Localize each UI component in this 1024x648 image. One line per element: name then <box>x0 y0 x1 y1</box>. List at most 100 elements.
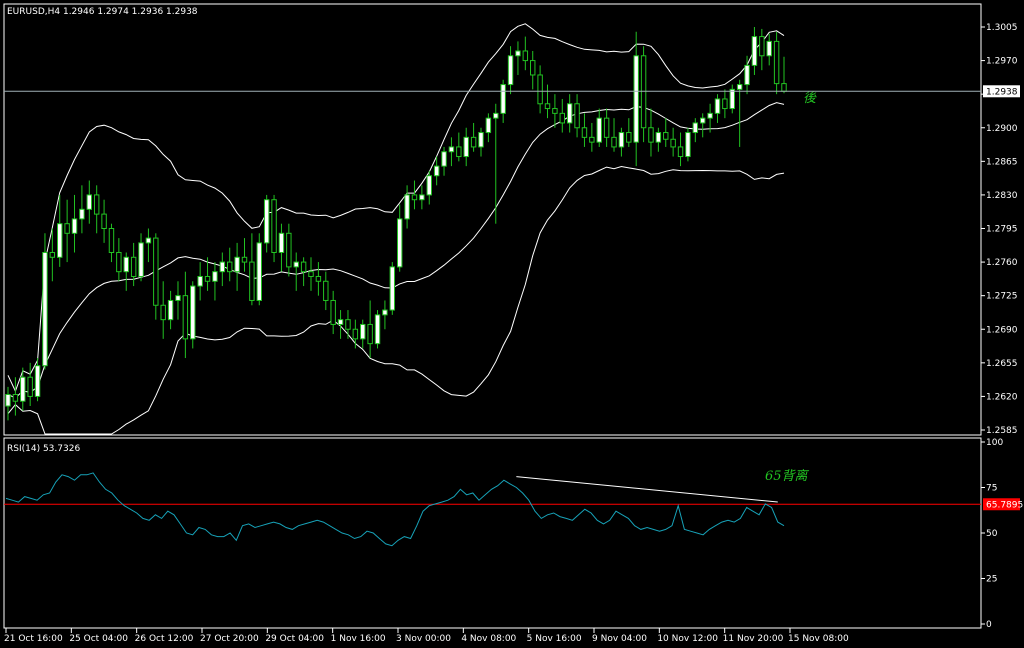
candle-body <box>426 175 432 196</box>
candle-body <box>315 275 322 282</box>
candle-body <box>145 237 152 244</box>
rsi-panel[interactable] <box>3 437 982 629</box>
candle-body <box>197 275 203 287</box>
candle-body <box>714 98 721 114</box>
candle-body <box>670 138 676 148</box>
candle-body <box>404 194 410 220</box>
candle-body <box>707 112 713 119</box>
trading-chart[interactable]: EURUSD,H4 1.2946 1.2974 1.2936 1.2938 RS… <box>0 0 1024 648</box>
time-tick-label: 5 Nov 16:00 <box>527 634 582 644</box>
candle-body <box>86 194 93 210</box>
candle-body <box>160 304 166 321</box>
candle-body <box>271 199 277 253</box>
candle-body <box>456 146 462 158</box>
candle-body <box>692 122 699 134</box>
candle-body <box>566 103 573 124</box>
candle-body <box>278 232 285 253</box>
candle-body <box>337 319 344 325</box>
candle-body <box>559 112 566 124</box>
candle-body <box>182 295 189 340</box>
candle-body <box>34 365 41 397</box>
candle-body <box>93 194 100 215</box>
candle-body <box>648 127 654 143</box>
candle-body <box>530 60 536 76</box>
candle-body <box>153 237 159 306</box>
candle <box>729 84 735 114</box>
candle <box>640 46 647 143</box>
candle-body <box>79 208 85 220</box>
candle-body <box>352 328 359 340</box>
candle-body <box>699 117 706 124</box>
candle-body <box>71 218 78 234</box>
candle-body <box>308 271 314 277</box>
rsi-tick-label: 75 <box>986 484 997 494</box>
price-panel[interactable] <box>3 3 982 436</box>
rsi-tick-label: 100 <box>986 438 1003 448</box>
candle-body <box>263 199 270 244</box>
price-tick-label: 1.2620 <box>986 392 1018 402</box>
candle-body <box>766 40 772 57</box>
candle-body <box>219 261 226 273</box>
candle-body <box>552 108 558 114</box>
candle-body <box>773 40 780 85</box>
candle-body <box>396 218 403 268</box>
candle-body <box>57 223 63 258</box>
candle-body <box>234 256 240 273</box>
candle-body <box>522 50 529 62</box>
candle-body <box>781 83 787 92</box>
candle-body <box>167 299 174 321</box>
candle-body <box>515 50 521 57</box>
candle-body <box>574 103 580 129</box>
candle-body <box>611 136 617 148</box>
candle-body <box>286 232 292 268</box>
candle-body <box>101 213 107 230</box>
candle-body <box>722 98 728 110</box>
candle-body <box>744 64 750 86</box>
candle-body <box>500 84 506 114</box>
candle-body <box>360 323 366 340</box>
candle <box>389 262 396 315</box>
candle-body <box>485 117 492 134</box>
candle-body <box>330 299 336 325</box>
candle-body <box>633 55 639 143</box>
candle-body <box>663 132 669 140</box>
candle-body <box>116 251 122 273</box>
time-tick-label: 11 Nov 20:00 <box>723 634 784 644</box>
candle-body <box>751 36 758 66</box>
candle-body <box>433 165 440 177</box>
candle-body <box>729 88 735 110</box>
candle-body <box>389 266 396 311</box>
candle-body <box>655 132 662 143</box>
candle-body <box>374 314 381 345</box>
time-tick-label: 21 Oct 16:00 <box>4 634 63 644</box>
candle-body <box>382 309 388 316</box>
candle-body <box>677 146 684 158</box>
time-tick-label: 9 Nov 04:00 <box>592 634 647 644</box>
price-annotation: 後 <box>803 91 817 106</box>
candle-body <box>537 74 543 105</box>
rsi-title: RSI(14) 53.7326 <box>7 444 80 454</box>
candle-body <box>493 112 499 119</box>
candle <box>190 281 196 349</box>
candle-body <box>589 136 595 143</box>
price-tick-label: 1.2585 <box>986 426 1018 436</box>
time-tick-label: 15 Nov 08:00 <box>788 634 849 644</box>
candle-body <box>345 319 351 330</box>
time-tick-label: 1 Nov 16:00 <box>331 634 386 644</box>
candle-body <box>130 256 137 277</box>
price-tick-label: 1.3005 <box>986 23 1018 33</box>
candle <box>374 310 381 349</box>
time-tick-label: 25 Oct 04:00 <box>69 634 128 644</box>
price-tick-label: 1.2865 <box>986 157 1018 167</box>
candle-body <box>42 251 48 367</box>
candle-body <box>300 261 307 273</box>
candle <box>271 194 277 263</box>
candle <box>256 233 262 306</box>
price-tick-label: 1.2760 <box>986 258 1018 268</box>
candle-body <box>249 261 255 301</box>
candle-body <box>507 55 514 86</box>
candle-body <box>175 295 181 301</box>
rsi-annotation: 65背离 <box>765 468 810 484</box>
candle-body <box>463 136 469 158</box>
price-tick-label: 1.2830 <box>986 191 1018 201</box>
